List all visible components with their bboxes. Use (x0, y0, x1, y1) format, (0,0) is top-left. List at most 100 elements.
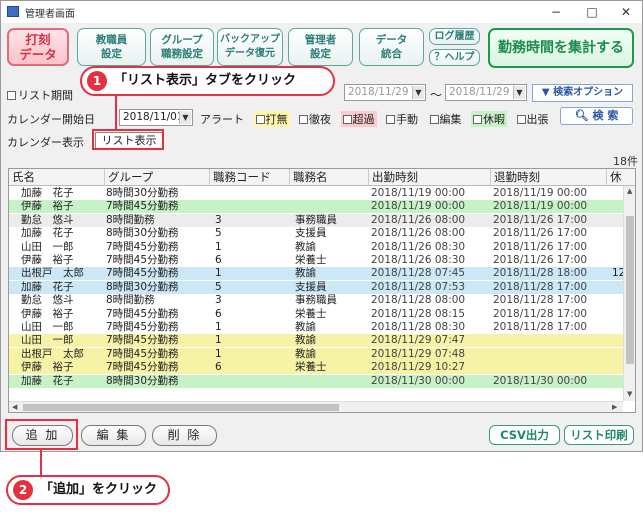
table-row[interactable]: 勤怠 悠斗 8時間勤務 3 事務職員 2018/11/28 08:00 2018/11/2… (9, 294, 623, 308)
cell-clock-in: 2018/11/30 00:00 (371, 374, 466, 387)
header-clock-in[interactable]: 出勤時刻 (369, 169, 491, 186)
scroll-left-icon[interactable]: ◀ (12, 403, 17, 411)
header-clock-out[interactable]: 退勤時刻 (491, 169, 607, 186)
alert-all-night-label: 徹夜 (309, 113, 331, 126)
group-settings-button[interactable]: グループ 職務設定 (150, 28, 214, 66)
table-header: 氏名 グループ 職務コード 職務名 出勤時刻 退勤時刻 休 (9, 169, 635, 186)
header-group[interactable]: グループ (105, 169, 210, 186)
alert-label: アラート (200, 113, 244, 126)
alert-trip-checkbox[interactable] (516, 115, 526, 124)
scroll-right-icon[interactable]: ▶ (612, 403, 617, 411)
cell-clock-in: 2018/11/26 08:00 (371, 213, 466, 226)
alert-trip[interactable]: 出張 (515, 111, 551, 127)
title-bar: 管理者画面 − □ ✕ (1, 1, 642, 23)
table-row[interactable]: 山田 一郎 7時間45分勤務 1 教諭 2018/11/28 08:30 2018/11/… (9, 321, 623, 334)
alert-leave[interactable]: 休暇 (471, 111, 507, 127)
cell-job-name: 教諭 (295, 334, 316, 347)
alert-all-night-checkbox[interactable] (299, 115, 308, 124)
edit-button[interactable]: 編 集 (81, 425, 146, 446)
aggregate-hours-button[interactable]: 勤務時間を集計する (488, 28, 634, 68)
cell-clock-out: 2018/11/26 17:00 (493, 254, 588, 266)
search-icon: 🔍︎ (574, 109, 589, 122)
cell-name: 加藤 花子 (21, 280, 74, 293)
minimize-button[interactable]: − (541, 3, 571, 21)
alert-overtime-checkbox[interactable] (342, 115, 352, 124)
alert-manual-checkbox[interactable] (386, 115, 395, 124)
maximize-button[interactable]: □ (577, 3, 607, 21)
search-button[interactable]: 🔍︎ 検 索 (560, 107, 633, 125)
alert-no-stamp[interactable]: 打無 (253, 111, 290, 127)
table-row[interactable]: 伊藤 裕子 7時間45分勤務 6 栄養士 2018/11/26 08:30 2018/11… (9, 254, 623, 267)
table-row[interactable]: 加藤 花子 8時間30分勤務 5 支援員 2018/11/28 07:53 2018/11… (9, 280, 623, 294)
alert-edit[interactable]: 編集 (428, 111, 464, 127)
header-job-name[interactable]: 職務名 (290, 169, 369, 186)
csv-export-button[interactable]: CSV出力 (489, 425, 560, 445)
time-data-button[interactable]: 打刻 データ (7, 28, 69, 66)
time-data-label-1: 打刻 (25, 32, 51, 47)
table-row[interactable]: 伊藤 裕子 7時間45分勤務 2018/11/19 00:00 2018/11/19 … (9, 200, 623, 214)
horizontal-scroll-thumb[interactable] (23, 404, 339, 411)
alert-no-stamp-checkbox[interactable] (255, 115, 265, 124)
table-row[interactable]: 加藤 花子 8時間30分勤務 2018/11/30 00:00 2018/11/30 … (9, 374, 623, 388)
cell-name: 山田 一郎 (21, 334, 74, 347)
vertical-scroll-thumb[interactable] (626, 216, 634, 364)
calendar-start-select[interactable]: 2018/11/01 ▼ (119, 109, 193, 126)
alert-leave-checkbox[interactable] (473, 115, 482, 124)
table-row[interactable]: 伊藤 裕子 7時間45分勤務 6 栄養士 2018/11/29 10:27 (9, 361, 623, 375)
step1-callout: 1 「リスト表示」タブをクリック (80, 66, 335, 96)
calendar-display-tab[interactable]: カレンダー表示 (7, 134, 84, 150)
cell-name: 加藤 花子 (21, 374, 74, 387)
vertical-scrollbar[interactable]: ▲ ▼ (623, 186, 635, 401)
list-period-checkbox[interactable] (7, 91, 16, 100)
delete-button[interactable]: 削 除 (152, 425, 217, 446)
header-break[interactable]: 休 (607, 169, 623, 186)
alert-overtime[interactable]: 超過 (340, 111, 377, 127)
callout2-pointer (40, 450, 42, 475)
alert-all-night[interactable]: 徹夜 (297, 111, 333, 127)
alert-edit-checkbox[interactable] (429, 115, 439, 124)
table-row[interactable]: 出根戸 太郎 7時間45分勤務 1 教諭 2018/11/28 07:45 2018/11… (9, 267, 625, 281)
cell-job-name: 事務職員 (295, 213, 337, 226)
table-row[interactable]: 加藤 花子 8時間30分勤務 5 支援員 2018/11/26 08:00 2018/11… (9, 227, 623, 241)
help-button[interactable]: ？ヘルプ (429, 49, 480, 66)
table-row[interactable]: 勤怠 悠斗 8時間勤務 3 事務職員 2018/11/26 08:00 2018/11/2… (9, 213, 623, 227)
alert-trip-label: 出張 (526, 113, 549, 126)
search-options-button[interactable]: ▼ 検索オプション (532, 84, 633, 102)
alert-no-stamp-label: 打無 (265, 113, 288, 126)
date-to-select[interactable]: 2018/11/29 ▼ (445, 84, 527, 101)
close-button[interactable]: ✕ (611, 3, 641, 21)
backup-restore-button[interactable]: バックアップ データ復元 (217, 28, 283, 66)
data-merge-button[interactable]: データ 統合 (359, 28, 424, 66)
cell-group: 8時間30分勤務 (106, 280, 179, 293)
alert-manual-label: 手動 (396, 113, 418, 126)
date-from-value: 2018/11/29 (348, 86, 409, 98)
alert-manual[interactable]: 手動 (384, 111, 420, 127)
horizontal-scrollbar[interactable]: ◀ ▶ (9, 401, 623, 412)
log-history-button[interactable]: ログ履歴 (429, 28, 480, 45)
admin-settings-button[interactable]: 管理者 設定 (288, 28, 353, 66)
step1-text: 「リスト表示」タブをクリック (114, 73, 297, 88)
table-row[interactable]: 山田 一郎 7時間45分勤務 1 教諭 2018/11/29 07:47 (9, 334, 623, 348)
cell-clock-out: 2018/11/28 17:00 (493, 307, 588, 320)
table-row[interactable]: 加藤 花子 8時間30分勤務 2018/11/19 00:00 2018/11/19 … (9, 187, 623, 200)
scroll-down-icon[interactable]: ▼ (627, 390, 632, 398)
chevron-down-icon: ▼ (513, 86, 525, 99)
search-button-label: 検 索 (592, 109, 619, 122)
cell-job-name: 支援員 (295, 227, 327, 240)
list-print-button[interactable]: リスト印刷 (564, 425, 634, 445)
date-from-select[interactable]: 2018/11/29 ▼ (344, 84, 426, 101)
cell-job-code: 5 (215, 280, 222, 293)
scroll-up-icon[interactable]: ▲ (627, 187, 632, 195)
header-job-code[interactable]: 職務コード (210, 169, 290, 186)
staff-settings-button[interactable]: 教職員 設定 (77, 28, 146, 66)
table-row[interactable]: 伊藤 裕子 7時間45分勤務 6 栄養士 2018/11/28 08:15 2018/11… (9, 307, 623, 321)
alert-filter-row: アラート 打無 徹夜 超過 手動 編集 休暇 出張 (200, 111, 555, 127)
admin-label-2: 設定 (310, 48, 331, 60)
cell-name: 山田 一郎 (21, 240, 74, 253)
header-name[interactable]: 氏名 (9, 169, 105, 186)
cell-name: 加藤 花子 (21, 187, 74, 199)
list-tab-highlight (92, 129, 164, 150)
cell-clock-out: 2018/11/19 00:00 (493, 187, 588, 199)
table-row[interactable]: 山田 一郎 7時間45分勤務 1 教諭 2018/11/26 08:30 2018/11/… (9, 240, 623, 254)
table-row[interactable]: 出根戸 太郎 7時間45分勤務 1 教諭 2018/11/29 07:48 (9, 347, 623, 361)
